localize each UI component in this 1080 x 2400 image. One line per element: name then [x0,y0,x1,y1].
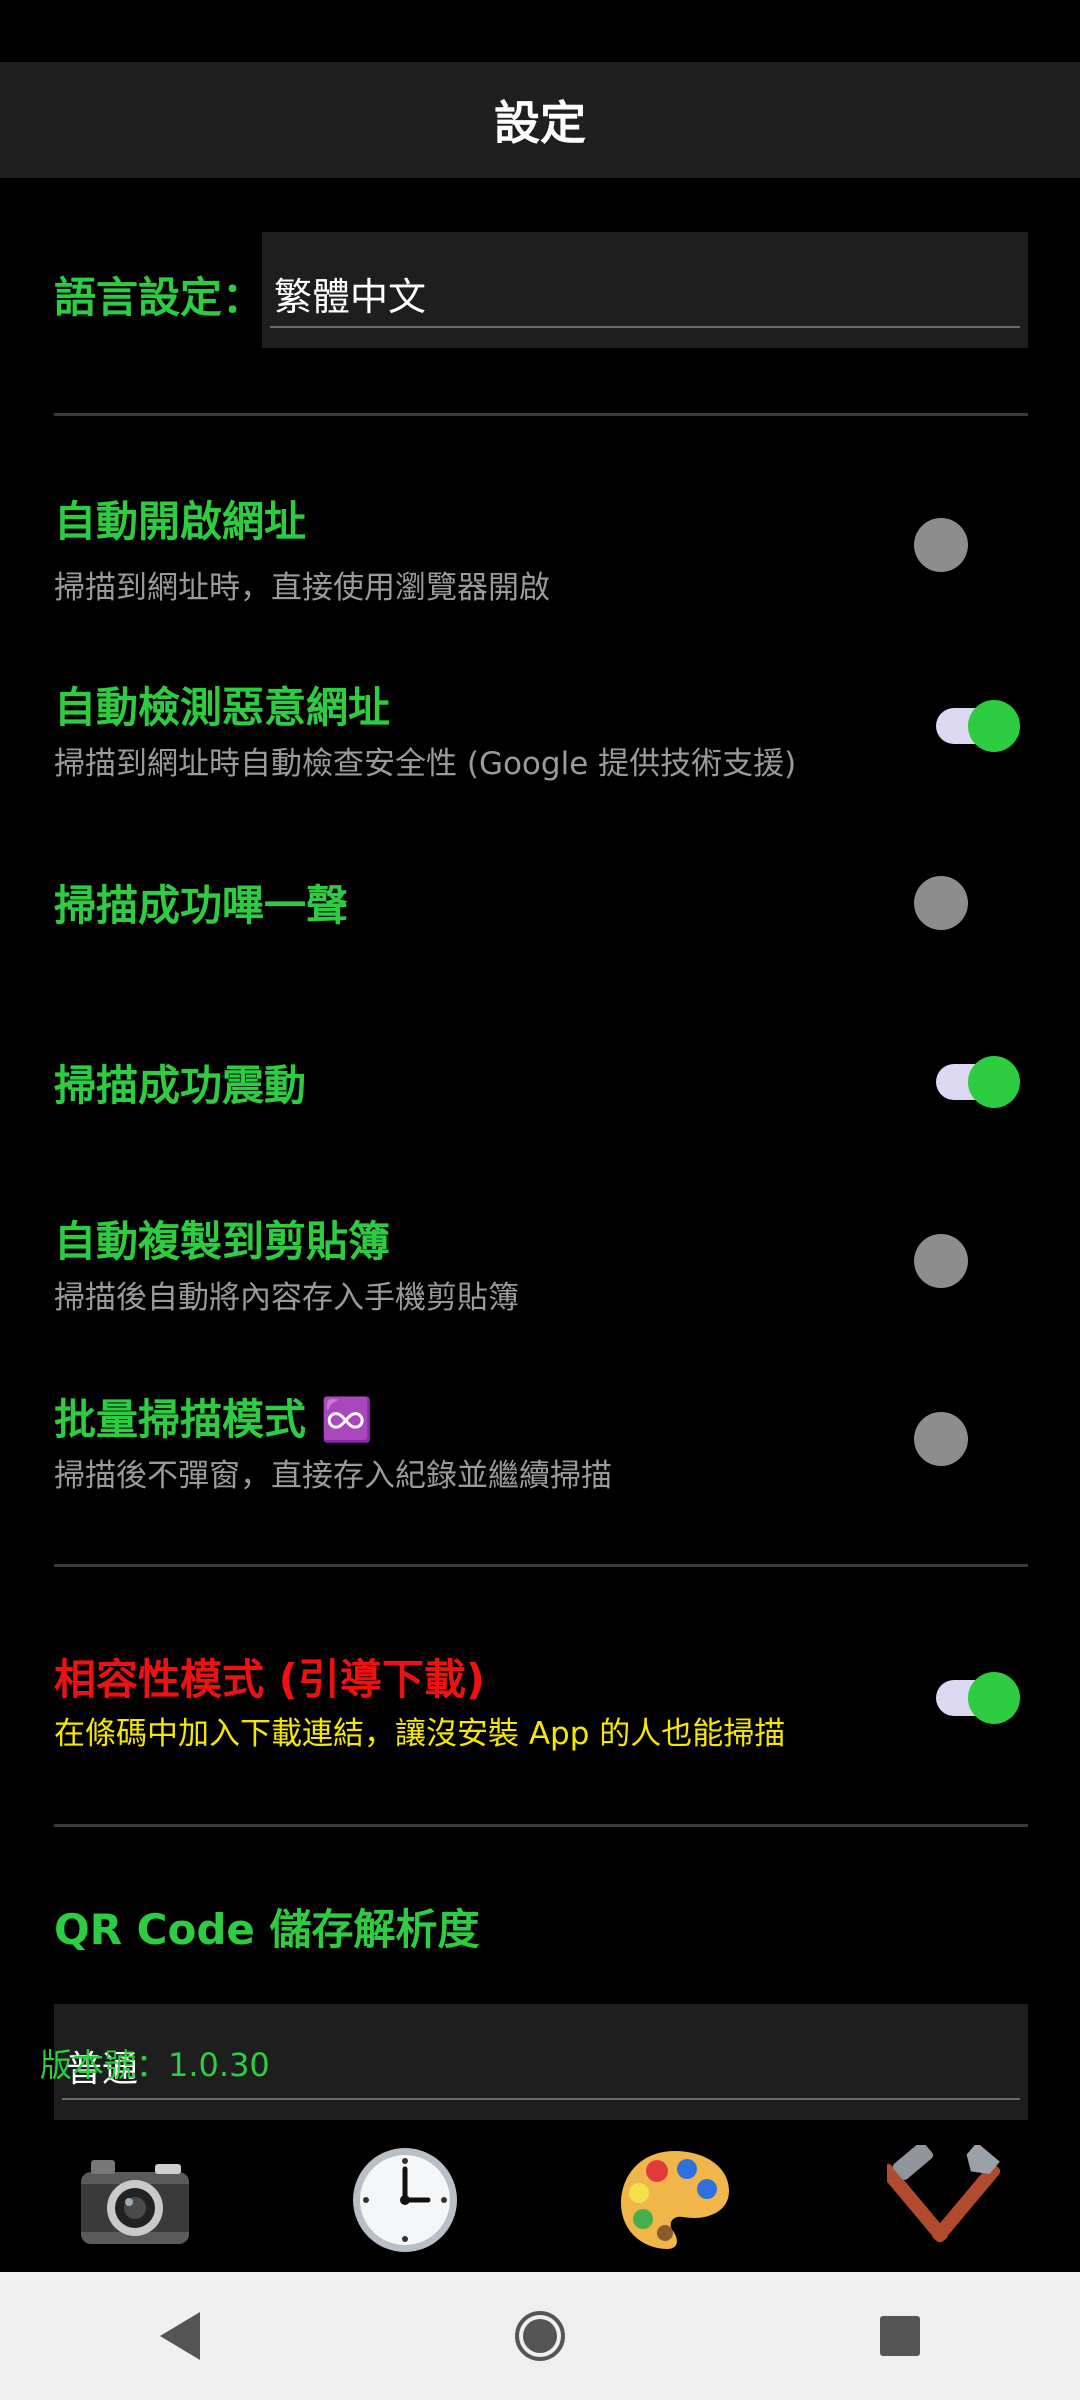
system-navigation-bar [0,2272,1080,2400]
setting-malicious-url-check[interactable]: 自動檢測惡意網址 掃描到網址時自動檢查安全性 (Google 提供技術支援) [0,656,1080,806]
setting-subtitle: 掃描到網址時，直接使用瀏覽器開啟 [54,570,550,606]
home-icon [515,2311,565,2361]
switch-thumb [968,1672,1020,1724]
setting-beep-on-success[interactable]: 掃描成功嗶一聲 [0,850,1080,960]
setting-title: 自動複製到剪貼簿 [54,1217,391,1266]
divider [54,1824,1028,1827]
language-dropdown-value: 繁體中文 [274,275,427,319]
divider [54,1564,1028,1567]
system-recents-button[interactable] [840,2286,960,2386]
setting-subtitle: 掃描後自動將內容存入手機剪貼簿 [54,1280,519,1316]
setting-title: 批量掃描模式 ♾️ [54,1395,373,1444]
language-dropdown[interactable]: 繁體中文 [262,232,1028,348]
auto-open-url-switch[interactable] [914,518,968,572]
camera-icon [81,2160,189,2244]
palette-icon [621,2151,729,2249]
page-title: 設定 [494,96,586,150]
setting-batch-scan-mode[interactable]: 批量掃描模式 ♾️ 掃描後不彈窗，直接存入紀錄並繼續掃描 [0,1372,1080,1522]
vibrate-on-success-switch[interactable] [936,1050,1020,1114]
nav-scan[interactable] [0,2128,270,2272]
nav-history[interactable] [270,2128,540,2272]
setting-subtitle: 掃描到網址時自動檢查安全性 (Google 提供技術支援) [54,746,797,782]
status-bar [0,0,1080,62]
setting-title: 相容性模式 (引導下載) [54,1655,486,1704]
switch-thumb [968,1056,1020,1108]
malicious-url-check-switch[interactable] [936,694,1020,758]
back-icon [160,2312,200,2360]
setting-auto-open-url[interactable]: 自動開啟網址 掃描到網址時，直接使用瀏覽器開啟 [0,478,1080,628]
app-bar: 設定 [0,62,1080,178]
setting-subtitle: 在條碼中加入下載連結，讓沒安裝 App 的人也能掃描 [54,1716,786,1752]
setting-auto-copy-clipboard[interactable]: 自動複製到剪貼簿 掃描後自動將內容存入手機剪貼簿 [0,1194,1080,1344]
divider [54,413,1028,416]
nav-settings[interactable] [810,2128,1080,2272]
setting-title: 自動開啟網址 [54,497,307,546]
clock-icon [353,2148,457,2252]
system-back-button[interactable] [120,2286,240,2386]
setting-vibrate-on-success[interactable]: 掃描成功震動 [0,1030,1080,1140]
dropdown-underline [270,326,1020,328]
auto-copy-clipboard-switch[interactable] [914,1234,968,1288]
compatibility-mode-switch[interactable] [936,1666,1020,1730]
setting-title: 自動檢測惡意網址 [54,683,391,732]
language-setting: 語言設定： 繁體中文 [0,232,1080,348]
setting-compatibility-mode[interactable]: 相容性模式 (引導下載) 在條碼中加入下載連結，讓沒安裝 App 的人也能掃描 [0,1640,1080,1770]
setting-title: 掃描成功嗶一聲 [54,881,349,930]
recents-icon [880,2316,920,2356]
beep-on-success-switch[interactable] [914,876,968,930]
batch-scan-mode-switch[interactable] [914,1412,968,1466]
resolution-title: QR Code 儲存解析度 [54,1905,480,1954]
language-label: 語言設定： [54,273,265,322]
tools-icon [887,2145,1001,2243]
switch-thumb [968,700,1020,752]
bottom-navigation [0,2128,1080,2272]
setting-subtitle: 掃描後不彈窗，直接存入紀錄並繼續掃描 [54,1458,612,1494]
version-label: 版本號：1.0.30 [40,2046,270,2084]
nav-generate[interactable] [540,2128,810,2272]
setting-title: 掃描成功震動 [54,1061,307,1110]
system-home-button[interactable] [480,2286,600,2386]
dropdown-underline [62,2098,1020,2100]
